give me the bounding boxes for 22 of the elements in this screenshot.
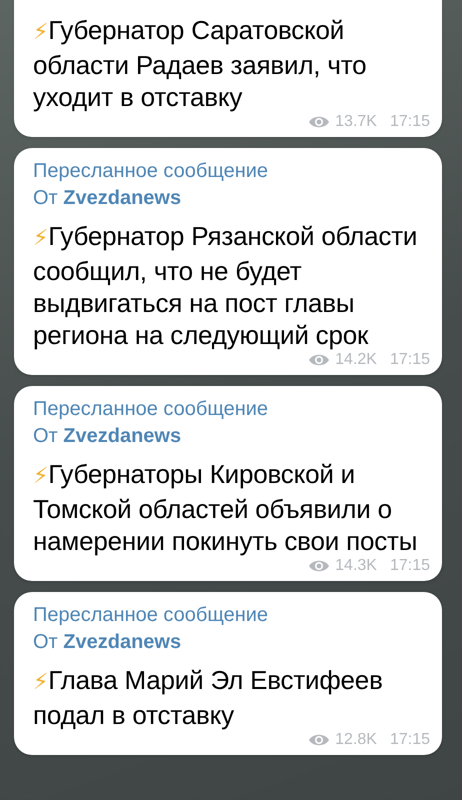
forwarded-label: Пересланное сообщение — [33, 397, 270, 422]
forwarded-from[interactable]: От Zvezdanews — [33, 423, 430, 450]
forwarded-label: Пересланное сообщение — [33, 603, 270, 628]
eye-icon — [308, 559, 330, 573]
view-count: 12.8K — [335, 731, 377, 749]
view-count: 14.3K — [335, 557, 377, 575]
message-time: 17:15 — [390, 731, 430, 749]
message-text: ⚡Губернатор Саратовской области Радаев заявил, что уходит в отставку — [33, 14, 368, 113]
forwarded-from[interactable]: От Zvezdanews — [33, 185, 430, 212]
eye-icon — [308, 115, 330, 129]
message-text: ⚡Губернатор Рязанской области сообщил, что не будет выдвигаться на пост главы региона на следующий срок — [33, 220, 418, 351]
eye-icon — [308, 733, 330, 747]
view-count: 14.2K — [335, 351, 377, 369]
message-time: 17:15 — [390, 557, 430, 575]
message-time: 17:15 — [390, 113, 430, 131]
forwarded-label: Пересланное сообщение — [33, 159, 270, 184]
message-text: ⚡Глава Марий Эл Евстифеев подал в отставку — [33, 664, 384, 731]
forwarded-from[interactable]: От Zvezdanews — [33, 629, 430, 656]
eye-icon — [308, 353, 330, 367]
view-count: 13.7K — [335, 113, 377, 131]
message-text: ⚡Губернаторы Кировской и Томской областей объявили о намерении покинуть свои посты — [33, 458, 418, 557]
message-time: 17:15 — [390, 351, 430, 369]
